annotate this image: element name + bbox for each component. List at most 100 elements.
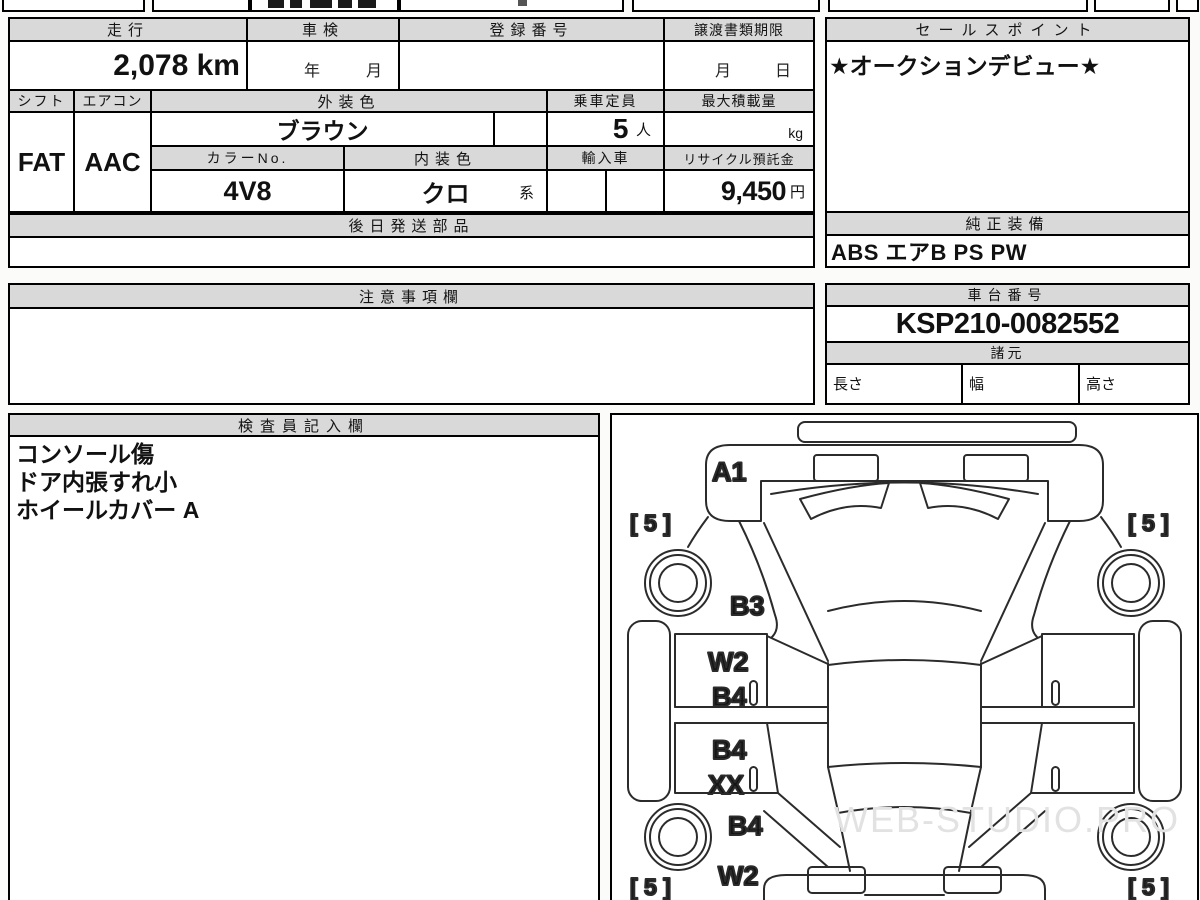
door-handle-front-left <box>749 680 758 706</box>
inspector-note-line: ドア内張すれ小 <box>16 469 177 495</box>
max-load-value: kg <box>665 113 813 147</box>
import-car-cell-2 <box>607 171 665 211</box>
headlight-left <box>813 454 879 482</box>
interior-color-name: クロ <box>421 180 470 208</box>
exterior-color-header: 外装色 <box>152 91 548 113</box>
roof-front-curve <box>827 659 982 666</box>
exterior-color-value: ブラウン <box>152 113 495 147</box>
aircon-value: AAC <box>75 113 152 211</box>
mark-front-door-lower: B4 <box>712 682 747 712</box>
top-cell <box>632 0 820 12</box>
shift-header: シフト <box>10 91 75 113</box>
mark-rear-door-lower: XX <box>708 770 744 800</box>
inspector-header: 検査員記入欄 <box>10 415 598 437</box>
notes-section: 注意事項欄 <box>8 283 815 405</box>
tire-mark-front-right: [ 5 ] <box>1128 510 1169 536</box>
mark-front-bumper: A1 <box>712 457 747 487</box>
recycle-deposit-value: 9,450 円 <box>665 171 813 211</box>
color-no-header: カラーNo. <box>152 147 345 171</box>
wheel-rear-left <box>644 803 712 871</box>
hood-slant-left <box>763 522 829 662</box>
later-parts-header: 後日発送部品 <box>10 215 813 238</box>
cutoff-text-fragment <box>518 0 527 6</box>
top-cell <box>1176 0 1199 12</box>
capacity-header: 乗車定員 <box>548 91 665 113</box>
quarter-slant-left-1 <box>777 792 841 848</box>
inspector-note-line: ホイールカバー A <box>16 497 200 523</box>
shaken-header: 車検 <box>248 19 400 42</box>
spec-height-cell: 高さ <box>1086 376 1117 393</box>
transfer-deadline-value: 月 日 <box>665 42 813 91</box>
capacity-value: 5 人 <box>548 113 665 147</box>
mark-rear-door-upper: B4 <box>712 735 747 765</box>
cutoff-text-fragment <box>358 0 376 8</box>
color-no-value: 4V8 <box>152 171 345 211</box>
top-cell <box>399 0 624 12</box>
door-handle-rear-left <box>749 766 758 792</box>
sales-point-section: セールスポイント ★オークションデビュー★ 純正装備 ABS エアB PS PW <box>825 17 1190 268</box>
spec-width-cell: 幅 <box>963 365 1080 403</box>
notes-value <box>10 309 813 403</box>
max-load-unit: kg <box>788 125 803 141</box>
mark-rear-fender: B4 <box>728 811 763 841</box>
rear-door-right <box>1030 722 1135 794</box>
mark-rear-panel: W2 <box>718 861 759 891</box>
max-load-header: 最大積載量 <box>665 91 813 113</box>
inspector-note-line: コンソール傷 <box>16 441 154 467</box>
hood-slant-right <box>980 522 1046 662</box>
shaken-year-label: 年 <box>304 63 321 80</box>
notes-header: 注意事項欄 <box>10 285 813 309</box>
wheel-front-right <box>1097 549 1165 617</box>
top-cell <box>152 0 250 12</box>
import-car-header: 輸入車 <box>548 147 665 171</box>
shift-value: FAT <box>10 113 75 211</box>
inspector-section: 検査員記入欄 コンソール傷 ドア内張すれ小 ホイールカバー A <box>8 413 600 900</box>
front-edge-strip <box>797 421 1077 443</box>
taillight-left <box>807 866 866 894</box>
transfer-deadline-header: 譲渡書類期限 <box>665 19 813 42</box>
headlight-right <box>963 454 1029 482</box>
roof-rear-curve <box>827 762 982 768</box>
wheel-arch-front-right <box>1100 516 1122 548</box>
genuine-equipment-value: ABS エアB PS PW <box>831 240 1027 265</box>
cutoff-text-fragment <box>338 0 352 8</box>
front-door-right <box>1041 633 1135 708</box>
recycle-deposit-unit: 円 <box>789 183 805 201</box>
interior-color-value: クロ 系 <box>345 171 548 211</box>
quarter-slant-left-2 <box>763 810 829 868</box>
chassis-header: 車台番号 <box>827 285 1188 307</box>
spec-length-cell: 長さ <box>827 365 963 403</box>
tire-mark-rear-right: [ 5 ] <box>1128 874 1169 900</box>
inspector-notes: コンソール傷 ドア内張すれ小 ホイールカバー A <box>10 437 598 897</box>
car-diagram: WEB-STUDIO.PRO A1 B3 W2 B4 B4 XX B4 W2 [… <box>610 413 1199 900</box>
wheel-arch-front-left <box>687 516 709 548</box>
top-cell <box>1094 0 1170 12</box>
capacity-number: 5 <box>612 113 629 144</box>
cowl-line <box>770 481 1039 495</box>
tire-mark-front-left: [ 5 ] <box>630 510 671 536</box>
sill-left <box>627 620 671 802</box>
sill-right <box>1138 620 1182 802</box>
interior-color-header: 内装色 <box>345 147 548 171</box>
shaken-month-label: 月 <box>365 63 382 80</box>
genuine-equipment-header: 純正装備 <box>827 213 1188 236</box>
rear-bumper-outline <box>763 874 1046 900</box>
transfer-day-label: 日 <box>774 63 791 80</box>
tire-mark-rear-left: [ 5 ] <box>630 874 671 900</box>
cutoff-text-fragment <box>310 0 332 8</box>
mark-front-door-upper: W2 <box>708 647 749 677</box>
watermark: WEB-STUDIO.PRO <box>834 799 1181 840</box>
import-car-cell-1 <box>548 171 607 211</box>
aircon-header: エアコン <box>75 91 152 113</box>
top-cell <box>828 0 1088 12</box>
top-cell <box>2 0 145 12</box>
windshield-base <box>827 600 982 612</box>
registration-header: 登録番号 <box>400 19 665 42</box>
sales-point-header: セールスポイント <box>827 19 1188 42</box>
exterior-color-extra-cell <box>495 113 548 147</box>
auction-sheet: 走行 車検 登録番号 譲渡書類期限 2,078 km 年 月 月 日 シフト エ… <box>0 0 1200 900</box>
cutoff-text-fragment <box>268 0 284 8</box>
recycle-deposit-number: 9,450 <box>720 175 787 206</box>
mileage-header: 走行 <box>10 19 248 42</box>
registration-value <box>400 42 665 91</box>
